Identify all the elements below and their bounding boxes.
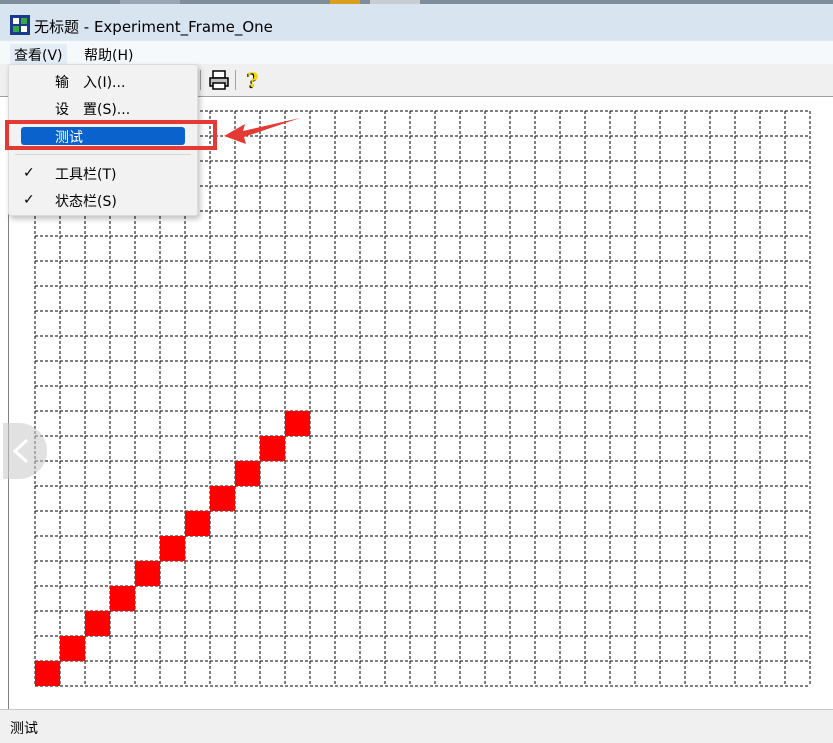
filled-pixel-cell <box>135 561 160 586</box>
status-bar: 测试 <box>0 709 833 743</box>
checkmark-icon: ✓ <box>23 165 35 181</box>
title-bar[interactable]: 无标题 - Experiment_Frame_One <box>0 4 833 40</box>
toolbar-separator <box>235 70 236 90</box>
menu-help[interactable]: 帮助(H) <box>80 44 137 66</box>
menu-item-input[interactable]: 输 入(I)... <box>9 69 197 93</box>
checkmark-icon: ✓ <box>23 192 35 208</box>
status-text: 测试 <box>10 721 38 737</box>
menu-item-toolbar[interactable]: ✓ 工具栏(T) <box>9 161 197 185</box>
menu-bar: 查看(V) 帮助(H) <box>0 40 833 66</box>
menu-item-statusbar[interactable]: ✓ 状态栏(S) <box>9 188 197 212</box>
window-title: 无标题 - Experiment_Frame_One <box>34 18 273 36</box>
annotation-highlight-box <box>5 120 217 150</box>
filled-pixel-cell <box>235 461 260 486</box>
filled-pixel-cell <box>210 486 235 511</box>
filled-pixel-cell <box>35 661 60 686</box>
menu-item-label: 工具栏(T) <box>55 167 117 183</box>
print-icon[interactable] <box>207 68 231 92</box>
filled-pixel-cell <box>160 536 185 561</box>
filled-pixel-cell <box>285 411 310 436</box>
toolbar-separator <box>200 70 201 90</box>
menu-item-settings[interactable]: 设 置(S)... <box>9 96 197 120</box>
chevron-left-icon <box>12 438 29 464</box>
filled-pixel-cell <box>185 511 210 536</box>
menu-item-label: 输 入(I)... <box>55 75 126 91</box>
svg-text:?: ? <box>247 68 259 92</box>
menu-separator <box>15 154 191 155</box>
filled-pixel-cell <box>110 586 135 611</box>
app-icon <box>10 15 30 35</box>
menu-view[interactable]: 查看(V) <box>10 44 67 66</box>
help-icon[interactable]: ? ? <box>240 68 264 92</box>
filled-pixel-cell <box>60 636 85 661</box>
filled-pixel-cell <box>260 436 285 461</box>
filled-pixel-cell <box>85 611 110 636</box>
menu-item-label: 设 置(S)... <box>55 102 131 118</box>
menu-item-label: 状态栏(S) <box>55 194 117 210</box>
